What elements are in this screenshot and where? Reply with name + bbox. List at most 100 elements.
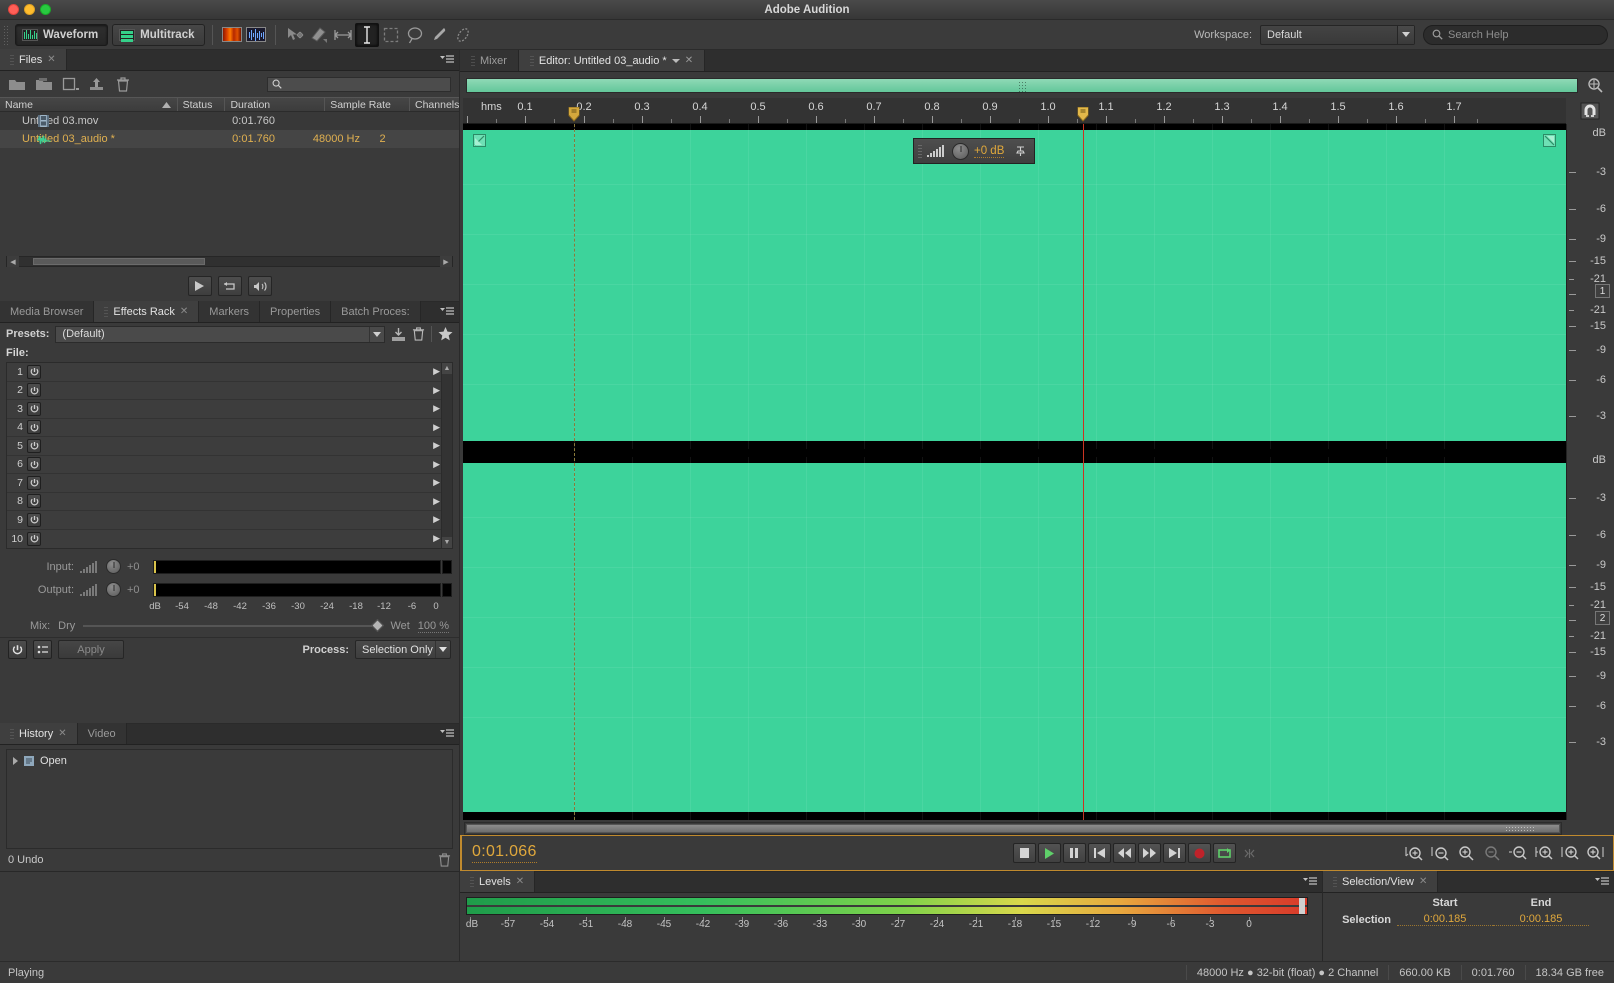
table-row[interactable]: Untitled 03.mov 0:01.760 (0, 112, 459, 130)
gain-knob[interactable] (952, 143, 969, 160)
scrollbar-thumb[interactable] (33, 258, 205, 265)
new-file-icon[interactable] (62, 77, 80, 92)
tab-video[interactable]: Video (78, 723, 127, 744)
selection-end-value[interactable]: 0:00.185 (1493, 913, 1589, 926)
timeline-marker[interactable] (569, 107, 580, 122)
levels-meter-body[interactable]: dB -57 -54 -51 -48 -45 -42 -39 -36 -33 -… (460, 893, 1322, 961)
close-icon[interactable]: ✕ (47, 54, 55, 65)
power-icon[interactable] (27, 457, 41, 471)
files-play-button[interactable] (188, 276, 212, 296)
effects-power-button[interactable] (8, 640, 27, 659)
rewind-button[interactable] (1113, 843, 1136, 863)
slot-expand-icon[interactable]: ▶ (433, 533, 440, 544)
power-icon[interactable] (27, 476, 41, 490)
slot-expand-icon[interactable]: ▶ (433, 385, 440, 396)
close-icon[interactable]: ✕ (58, 728, 66, 739)
mix-slider[interactable] (83, 625, 382, 627)
delete-preset-icon[interactable] (412, 327, 425, 341)
tab-selection-view[interactable]: Selection/View ✕ (1323, 871, 1438, 892)
scroll-down-icon[interactable]: ▼ (442, 537, 452, 548)
mix-value[interactable]: 100 % (418, 620, 449, 633)
files-panel-menu-icon[interactable] (440, 54, 454, 66)
history-panel-menu-icon[interactable] (440, 728, 454, 740)
tab-properties[interactable]: Properties (260, 301, 331, 322)
effect-slot[interactable]: 6 ▶ (7, 456, 452, 475)
output-gain-knob[interactable] (106, 582, 121, 597)
input-gain-knob[interactable] (106, 559, 121, 574)
effect-slot[interactable]: 5 ▶ (7, 437, 452, 456)
scrollbar-thumb[interactable] (466, 824, 1560, 833)
presets-select[interactable]: (Default) (55, 326, 385, 343)
spot-healing-brush-tool-icon[interactable] (451, 23, 475, 47)
effect-slot[interactable]: 3 ▶ (7, 400, 452, 419)
search-help-input[interactable]: Search Help (1423, 25, 1608, 45)
files-search-input[interactable] (267, 77, 451, 92)
power-icon[interactable] (27, 383, 41, 397)
multitrack-mode-button[interactable]: Multitrack (112, 24, 204, 46)
slots-scrollbar[interactable]: ▲ ▼ (441, 363, 452, 548)
waveform-mode-button[interactable]: Waveform (15, 24, 108, 46)
slot-expand-icon[interactable]: ▶ (433, 477, 440, 488)
move-playhead-to-next-button[interactable] (1163, 843, 1186, 863)
open-file-icon[interactable] (8, 77, 26, 92)
export-file-icon[interactable] (89, 77, 107, 92)
tab-effects-rack[interactable]: Effects Rack ✕ (94, 301, 199, 322)
process-select[interactable]: Selection Only (355, 640, 451, 659)
minimize-window-button[interactable] (24, 4, 35, 15)
expand-triangle-icon[interactable] (13, 757, 18, 765)
chevron-down-icon[interactable] (672, 59, 680, 63)
skip-selection-button[interactable] (1238, 843, 1261, 863)
waveform-display[interactable]: +0 dB (463, 124, 1566, 820)
amplitude-scale[interactable]: dB -3 -6 -9 -15 -21 -∞ -21 -15 -9 -6 -3 … (1566, 124, 1614, 820)
power-icon[interactable] (27, 532, 41, 546)
effect-slot[interactable]: 1 ▶ (7, 363, 452, 382)
mix-slider-handle[interactable] (372, 619, 385, 632)
apply-button[interactable]: Apply (58, 640, 124, 659)
column-header-duration[interactable]: Duration (225, 98, 325, 111)
selection-view-panel-menu-icon[interactable] (1595, 876, 1609, 888)
lasso-selection-tool-icon[interactable] (403, 23, 427, 47)
effect-slot[interactable]: 7 ▶ (7, 474, 452, 493)
slot-expand-icon[interactable]: ▶ (433, 459, 440, 470)
move-playhead-to-previous-button[interactable] (1088, 843, 1111, 863)
slip-tool-icon[interactable] (307, 23, 331, 47)
files-auto-play-button[interactable] (248, 276, 272, 296)
paintbrush-selection-tool-icon[interactable] (427, 23, 451, 47)
table-row[interactable]: Untitled 03_audio * 0:01.760 48000 Hz 2 (0, 130, 459, 148)
zoom-in-time-icon[interactable] (1456, 844, 1475, 863)
tab-files[interactable]: Files ✕ (0, 49, 67, 70)
zoom-in-right-edge-icon[interactable] (1586, 844, 1605, 863)
close-icon[interactable]: ✕ (1419, 876, 1427, 887)
files-loop-button[interactable] (218, 276, 242, 296)
slot-expand-icon[interactable]: ▶ (433, 403, 440, 414)
power-icon[interactable] (27, 494, 41, 508)
effect-slot[interactable]: 4 ▶ (7, 419, 452, 438)
navigator-grip[interactable] (1018, 81, 1026, 92)
close-window-button[interactable] (8, 4, 19, 15)
close-icon[interactable]: ✕ (685, 55, 693, 66)
zoom-out-full-icon[interactable] (1508, 844, 1527, 863)
tab-levels[interactable]: Levels ✕ (460, 871, 535, 892)
tab-batch-process[interactable]: Batch Proces: (331, 301, 420, 322)
navigator-zoom-icon[interactable] (1582, 74, 1608, 96)
close-icon[interactable]: ✕ (516, 876, 524, 887)
toolbar-grip[interactable] (3, 25, 9, 45)
waveform-channel-1[interactable] (463, 124, 1566, 449)
channel-2-indicator[interactable]: 2 (1595, 611, 1610, 625)
zoom-out-time-icon[interactable] (1482, 844, 1501, 863)
column-header-name[interactable]: Name (0, 98, 178, 111)
effect-slot[interactable]: 9 ▶ (7, 511, 452, 530)
record-button[interactable] (1188, 843, 1211, 863)
slot-expand-icon[interactable]: ▶ (433, 440, 440, 451)
effect-slot[interactable]: 2 ▶ (7, 382, 452, 401)
pause-button[interactable] (1063, 843, 1086, 863)
tab-history[interactable]: History ✕ (0, 723, 78, 744)
current-time-display[interactable]: 0:01.066 (472, 843, 537, 863)
effects-list-button[interactable] (33, 640, 52, 659)
selection-start-value[interactable]: 0:00.185 (1397, 913, 1493, 926)
stop-button[interactable] (1013, 843, 1036, 863)
scroll-up-icon[interactable]: ▲ (442, 363, 452, 374)
slot-expand-icon[interactable]: ▶ (433, 366, 440, 377)
move-tool-icon[interactable] (283, 23, 307, 47)
time-selection-tool-icon[interactable] (331, 23, 355, 47)
